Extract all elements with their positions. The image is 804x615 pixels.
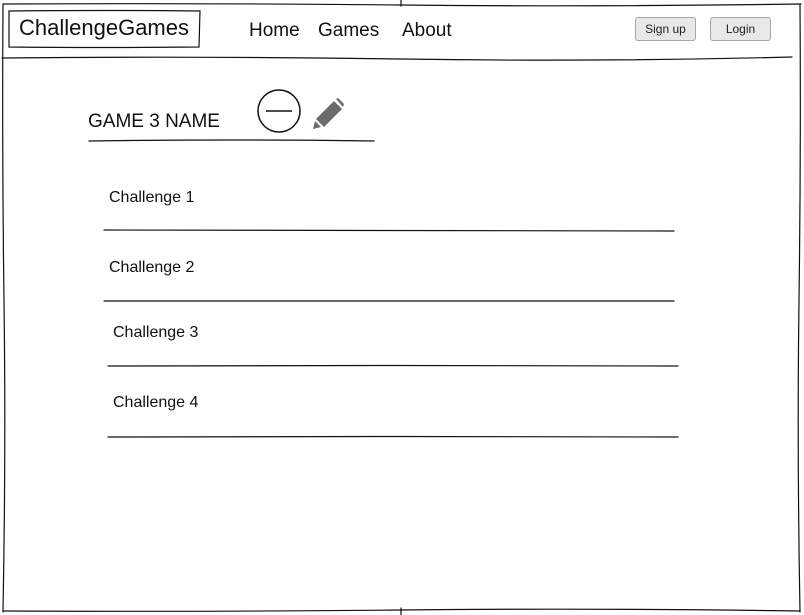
signup-button[interactable]: Sign up — [635, 17, 696, 41]
pencil-icon — [313, 98, 344, 129]
brand-logo[interactable]: ChallengeGames — [9, 10, 199, 46]
challenge-item-2[interactable]: Challenge 2 — [109, 259, 194, 277]
challenge-item-1[interactable]: Challenge 1 — [109, 189, 194, 207]
challenge-item-4[interactable]: Challenge 4 — [113, 394, 198, 412]
remove-game-button[interactable] — [256, 89, 302, 135]
wireframe-page: ChallengeGames Home Games About Sign up … — [0, 0, 804, 615]
edit-game-button[interactable] — [310, 98, 346, 132]
sketch-lines — [1, 0, 802, 615]
nav-home-link[interactable]: Home — [249, 20, 300, 42]
challenge-item-3[interactable]: Challenge 3 — [113, 324, 198, 342]
nav-games-link[interactable]: Games — [318, 20, 379, 42]
minus-circle-icon — [257, 89, 301, 133]
nav-about-link[interactable]: About — [402, 20, 452, 42]
login-button[interactable]: Login — [710, 17, 771, 41]
game-title: GAME 3 NAME — [88, 111, 220, 132]
